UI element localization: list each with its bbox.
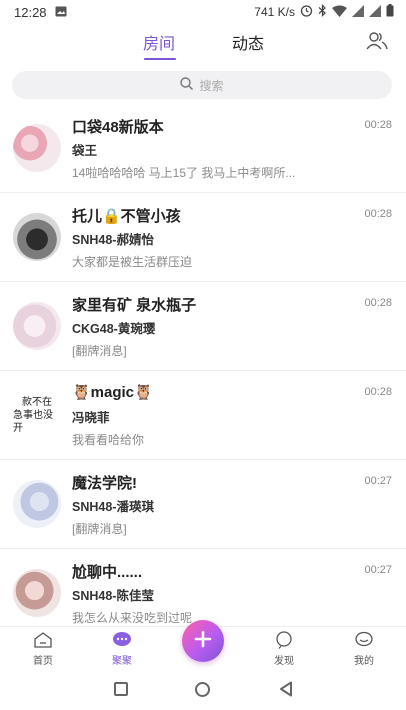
home-icon — [33, 631, 53, 652]
tab-feed[interactable]: 动态 — [232, 30, 264, 54]
network-speed: 741 K/s — [254, 5, 295, 19]
avatar — [13, 302, 61, 350]
room-title: 家里有矿 泉水瓶子 — [72, 297, 197, 314]
avatar-text-line: 急事也没开 — [13, 409, 53, 434]
avatar — [13, 480, 61, 528]
avatar — [13, 124, 61, 172]
profile-icon — [354, 631, 374, 652]
image-icon — [55, 5, 67, 20]
create-button[interactable] — [182, 620, 224, 662]
message-time: 00:28 — [364, 119, 392, 131]
room-title: 尬聊中...... — [72, 564, 143, 581]
wifi-icon — [332, 5, 347, 20]
tab-rooms[interactable]: 房间 — [143, 30, 175, 54]
room-title: 托儿🔒不管小孩 — [72, 208, 181, 225]
nav-mine[interactable]: 我的 — [339, 631, 389, 667]
message-time: 00:27 — [364, 564, 392, 576]
avatar — [13, 213, 61, 261]
conversation-list: 口袋48新版本 袋王 14啦哈哈哈哈 马上15了 我马上中考啊所... 00:2… — [0, 104, 406, 638]
avatar: 款不在 急事也没开 — [13, 391, 61, 439]
battery-icon — [386, 4, 394, 20]
message-time: 00:28 — [364, 386, 392, 398]
message-time: 00:28 — [364, 297, 392, 309]
message-preview: [翻牌消息] — [72, 522, 127, 536]
search-placeholder: 搜索 — [199, 78, 224, 93]
avatar-text-line: 款不在 — [22, 396, 52, 408]
list-item[interactable]: 家里有矿 泉水瓶子 CKG48-黄琬璎 [翻牌消息] 00:28 — [0, 282, 406, 371]
recent-apps-button[interactable] — [114, 682, 128, 696]
friends-icon[interactable] — [366, 31, 388, 51]
room-owner: SNH48-郝婧怡 — [72, 233, 154, 247]
home-button[interactable] — [195, 682, 210, 697]
system-nav-bar — [0, 670, 406, 710]
header: 房间 动态 — [0, 24, 406, 64]
room-owner: SNH48-潘瑛琪 — [72, 500, 154, 514]
status-time: 12:28 — [14, 4, 47, 20]
message-preview: 我看看哈给你 — [72, 433, 145, 447]
message-time: 00:28 — [364, 208, 392, 220]
signal-icon — [352, 4, 364, 20]
chat-bubble-icon — [112, 631, 132, 652]
room-title: 魔法学院! — [72, 475, 137, 492]
message-preview: 我怎么从来没吃到过呢 — [72, 611, 193, 625]
room-owner: 袋王 — [72, 144, 98, 158]
nav-mine-label: 我的 — [354, 656, 374, 667]
nav-home-label: 首页 — [33, 656, 53, 667]
list-item[interactable]: 款不在 急事也没开 🦉magic🦉 冯晓菲 我看看哈给你 00:28 — [0, 371, 406, 460]
nav-discover[interactable]: 发现 — [259, 631, 309, 667]
search-icon — [180, 77, 194, 93]
message-preview: [翻牌消息] — [72, 344, 127, 358]
alarm-icon — [300, 4, 313, 20]
message-preview: 大家都是被生活群压迫 — [72, 255, 193, 269]
avatar — [13, 569, 61, 617]
room-title: 🦉magic🦉 — [72, 384, 153, 401]
room-title: 口袋48新版本 — [72, 119, 164, 136]
discover-icon — [274, 631, 294, 652]
search-bar[interactable]: 搜索 — [12, 71, 392, 99]
room-owner: SNH48-陈佳莹 — [72, 589, 154, 603]
nav-home[interactable]: 首页 — [18, 631, 68, 667]
status-bar: 12:28 741 K/s — [0, 0, 406, 24]
list-item[interactable]: 托儿🔒不管小孩 SNH48-郝婧怡 大家都是被生活群压迫 00:28 — [0, 193, 406, 282]
room-owner: CKG48-黄琬璎 — [72, 322, 156, 336]
message-preview: 14啦哈哈哈哈 马上15了 我马上中考啊所... — [72, 166, 296, 180]
message-time: 00:27 — [364, 475, 392, 487]
room-owner: 冯晓菲 — [72, 411, 110, 425]
nav-together-label: 聚聚 — [112, 656, 132, 667]
bluetooth-icon — [318, 4, 327, 20]
list-item[interactable]: 口袋48新版本 袋王 14啦哈哈哈哈 马上15了 我马上中考啊所... 00:2… — [0, 104, 406, 193]
nav-discover-label: 发现 — [274, 656, 294, 667]
signal-icon-2 — [369, 4, 381, 20]
tab-active-indicator — [144, 58, 176, 60]
nav-together[interactable]: 聚聚 — [97, 631, 147, 667]
list-item[interactable]: 魔法学院! SNH48-潘瑛琪 [翻牌消息] 00:27 — [0, 460, 406, 549]
plus-icon — [194, 630, 212, 653]
